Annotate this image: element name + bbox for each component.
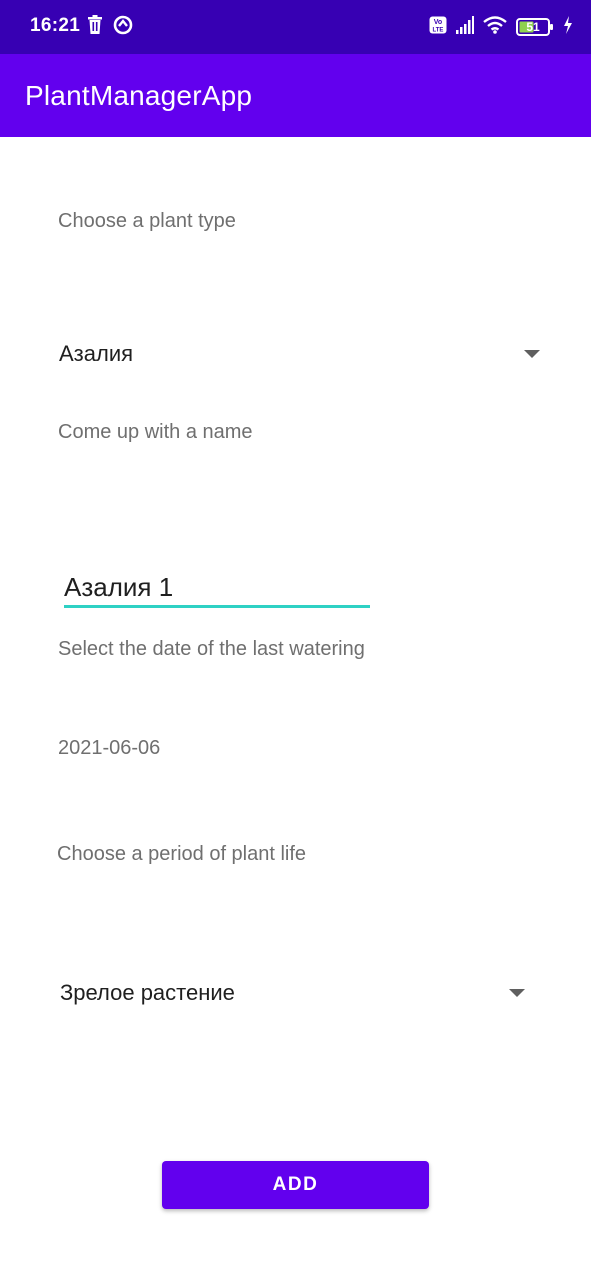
signal-icon	[456, 15, 474, 39]
dropdown-arrow-icon	[509, 989, 525, 997]
name-input[interactable]: Азалия 1	[64, 562, 370, 610]
name-input-text: Азалия 1	[64, 572, 174, 602]
charging-icon	[563, 15, 573, 39]
name-input-underline	[64, 605, 370, 608]
status-time: 16:21	[30, 15, 81, 36]
life-period-label: Choose a period of plant life	[57, 843, 307, 865]
volte-icon: Vo LTE	[429, 16, 447, 39]
plant-type-label: Choose a plant type	[58, 210, 236, 232]
name-label: Come up with a name	[58, 421, 253, 443]
status-left-icons	[87, 14, 133, 40]
battery-level-text: 51	[526, 20, 540, 34]
watering-label: Select the date of the last watering	[58, 638, 365, 660]
life-period-value: Зрелое растение	[60, 980, 235, 1005]
wifi-icon	[483, 15, 507, 39]
watering-date[interactable]: 2021-06-06	[58, 737, 160, 760]
volte-lte-text: LTE	[433, 27, 444, 33]
volte-vo-text: Vo	[434, 19, 442, 26]
plant-type-value: Азалия	[59, 341, 134, 366]
app-bar: PlantManagerApp	[0, 54, 591, 137]
battery-icon: 51	[516, 18, 554, 36]
status-bar: 16:21 Vo LTE 51	[0, 0, 591, 54]
status-right-icons: Vo LTE 51	[429, 15, 573, 39]
dropdown-arrow-icon	[524, 350, 540, 358]
circle-sync-icon	[113, 15, 133, 40]
plant-type-spinner[interactable]: Азалия	[59, 329, 541, 379]
life-period-spinner[interactable]: Зрелое растение	[60, 968, 526, 1018]
add-button[interactable]: ADD	[162, 1161, 429, 1209]
trash-icon	[87, 14, 103, 40]
app-title: PlantManagerApp	[25, 80, 253, 111]
